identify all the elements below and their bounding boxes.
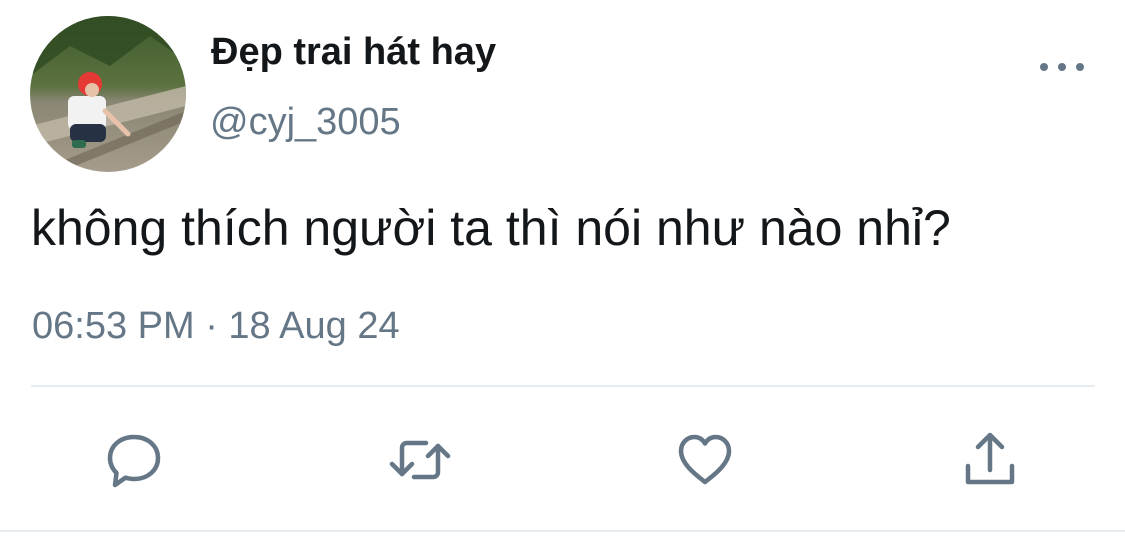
bottom-divider [0,530,1125,532]
tweet-timestamp[interactable]: 06:53 PM · 18 Aug 24 [32,305,400,348]
divider [31,385,1095,387]
more-horizontal-icon [1040,63,1048,71]
avatar[interactable] [30,16,186,172]
more-options-button[interactable] [1040,56,1084,78]
heart-icon [678,434,732,485]
avatar-photo [30,16,186,172]
reply-button[interactable] [102,428,166,492]
retweet-button[interactable] [388,428,452,492]
share-upload-icon [965,432,1015,485]
tweet-text: không thích người ta thì nói như nào nhỉ… [31,200,951,256]
display-name[interactable]: Đẹp trai hát hay [211,31,496,74]
more-dot [1058,63,1066,71]
reply-bubble-icon [107,434,161,488]
like-button[interactable] [673,428,737,492]
user-handle[interactable]: @cyj_3005 [210,101,401,144]
more-dot [1076,63,1084,71]
retweet-arrows-icon [389,440,451,480]
share-button[interactable] [958,428,1022,492]
